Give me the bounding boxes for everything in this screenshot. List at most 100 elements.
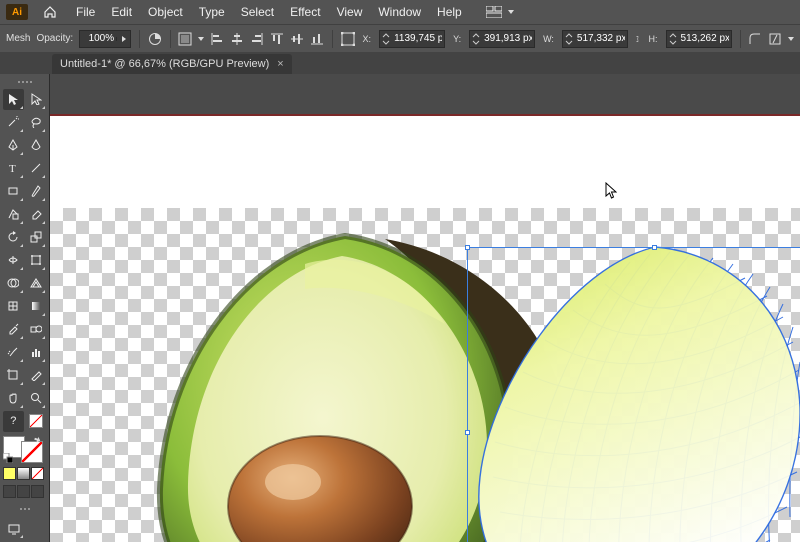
shaper-tool[interactable] bbox=[3, 204, 24, 225]
magic-wand-tool[interactable] bbox=[3, 112, 24, 133]
app-badge: Ai bbox=[6, 4, 28, 20]
color-mode[interactable] bbox=[3, 467, 16, 480]
align-dropdown-caret[interactable] bbox=[198, 37, 204, 41]
menu-select[interactable]: Select bbox=[233, 5, 282, 19]
draw-inside[interactable] bbox=[31, 485, 44, 498]
zoom-tool[interactable] bbox=[26, 388, 47, 409]
chevron-right-icon[interactable] bbox=[122, 36, 126, 42]
rectangle-tool[interactable] bbox=[3, 181, 24, 202]
mesh-tool[interactable] bbox=[3, 296, 24, 317]
canvas[interactable] bbox=[50, 74, 800, 542]
hand-tool[interactable] bbox=[3, 388, 24, 409]
y-label: Y: bbox=[451, 34, 463, 44]
paintbrush-tool[interactable] bbox=[26, 181, 47, 202]
transform-icon[interactable] bbox=[341, 29, 355, 49]
symbol-sprayer-tool[interactable] bbox=[3, 342, 24, 363]
draw-normal[interactable] bbox=[3, 485, 16, 498]
screen-mode-tool[interactable] bbox=[3, 518, 24, 539]
default-fill-stroke-icon[interactable] bbox=[3, 453, 13, 463]
w-label: W: bbox=[541, 34, 556, 44]
x-field[interactable] bbox=[379, 30, 445, 48]
toolbox-grip[interactable] bbox=[3, 77, 47, 87]
align-left-icon[interactable] bbox=[210, 29, 224, 49]
toolbox-footer-grip[interactable] bbox=[3, 504, 47, 514]
lasso-tool[interactable] bbox=[26, 112, 47, 133]
align-top-icon[interactable] bbox=[270, 29, 284, 49]
direct-selection-tool[interactable] bbox=[26, 89, 47, 110]
blend-tool[interactable] bbox=[26, 319, 47, 340]
workspace-switcher-caret[interactable] bbox=[508, 10, 514, 14]
screen-modes bbox=[3, 485, 46, 498]
x-label: X: bbox=[361, 34, 374, 44]
slice-tool[interactable] bbox=[26, 365, 47, 386]
width-tool[interactable] bbox=[3, 250, 24, 271]
y-field[interactable] bbox=[469, 30, 535, 48]
menu-effect[interactable]: Effect bbox=[282, 5, 328, 19]
pen-tool[interactable] bbox=[3, 135, 24, 156]
selection-handle-nw[interactable] bbox=[465, 245, 470, 250]
recolor-icon[interactable] bbox=[148, 29, 162, 49]
gradient-tool[interactable] bbox=[26, 296, 47, 317]
fill-stroke-well[interactable] bbox=[3, 436, 47, 464]
toggle-fill-stroke[interactable] bbox=[26, 411, 47, 432]
eyedropper-tool[interactable] bbox=[3, 319, 24, 340]
menu-window[interactable]: Window bbox=[370, 5, 429, 19]
selection-handle-w[interactable] bbox=[465, 430, 470, 435]
draw-modes bbox=[3, 467, 46, 480]
align-vcenter-icon[interactable] bbox=[290, 29, 304, 49]
menu-type[interactable]: Type bbox=[191, 5, 233, 19]
eraser-tool[interactable] bbox=[26, 204, 47, 225]
shape-builder-tool[interactable] bbox=[3, 273, 24, 294]
h-input[interactable] bbox=[679, 31, 731, 47]
menu-edit[interactable]: Edit bbox=[103, 5, 140, 19]
align-to-artboard-icon[interactable] bbox=[178, 29, 192, 49]
selection-handle-n[interactable] bbox=[652, 245, 657, 250]
selection-tool[interactable] bbox=[3, 89, 24, 110]
close-icon[interactable]: × bbox=[277, 58, 283, 70]
unknown-tool[interactable]: ? bbox=[3, 411, 24, 432]
stepper-icon[interactable] bbox=[667, 31, 679, 47]
active-tool-label: Mesh bbox=[6, 33, 30, 44]
none-mode[interactable] bbox=[31, 467, 44, 480]
draw-behind[interactable] bbox=[17, 485, 30, 498]
w-field[interactable] bbox=[562, 30, 628, 48]
align-right-icon[interactable] bbox=[250, 29, 264, 49]
align-hcenter-icon[interactable] bbox=[230, 29, 244, 49]
curvature-tool[interactable] bbox=[26, 135, 47, 156]
x-input[interactable] bbox=[392, 31, 444, 47]
stepper-icon[interactable] bbox=[380, 31, 392, 47]
opacity-input[interactable] bbox=[80, 31, 116, 47]
document-tab-label: Untitled-1* @ 66,67% (RGB/GPU Preview) bbox=[60, 58, 269, 70]
menu-help[interactable]: Help bbox=[429, 5, 470, 19]
menu-view[interactable]: View bbox=[329, 5, 371, 19]
w-input[interactable] bbox=[575, 31, 627, 47]
rotate-tool[interactable] bbox=[3, 227, 24, 248]
type-tool[interactable]: T bbox=[3, 158, 24, 179]
column-graph-tool[interactable] bbox=[26, 342, 47, 363]
line-tool[interactable] bbox=[26, 158, 47, 179]
more-options-caret[interactable] bbox=[788, 37, 794, 41]
y-input[interactable] bbox=[482, 31, 534, 47]
document-tab[interactable]: Untitled-1* @ 66,67% (RGB/GPU Preview) × bbox=[52, 54, 292, 74]
h-field[interactable] bbox=[666, 30, 732, 48]
gradient-mode[interactable] bbox=[17, 467, 30, 480]
opacity-field[interactable] bbox=[79, 30, 131, 48]
scale-tool[interactable] bbox=[26, 227, 47, 248]
stepper-icon[interactable] bbox=[470, 31, 482, 47]
artboard-tool[interactable] bbox=[3, 365, 24, 386]
cursor-icon bbox=[605, 182, 617, 200]
h-label: H: bbox=[647, 34, 660, 44]
perspective-grid-tool[interactable] bbox=[26, 273, 47, 294]
stepper-icon[interactable] bbox=[563, 31, 575, 47]
selection-bounds[interactable] bbox=[467, 247, 800, 542]
align-bottom-icon[interactable] bbox=[310, 29, 324, 49]
isolate-icon[interactable] bbox=[768, 29, 782, 49]
workspace-switcher-icon[interactable] bbox=[484, 2, 504, 22]
free-transform-tool[interactable] bbox=[26, 250, 47, 271]
shape-properties-icon[interactable] bbox=[748, 29, 762, 49]
link-wh-icon[interactable] bbox=[634, 30, 641, 48]
menu-object[interactable]: Object bbox=[140, 5, 191, 19]
menu-file[interactable]: File bbox=[68, 5, 103, 19]
home-icon[interactable] bbox=[40, 2, 60, 22]
swap-fill-stroke-icon[interactable] bbox=[33, 436, 43, 446]
